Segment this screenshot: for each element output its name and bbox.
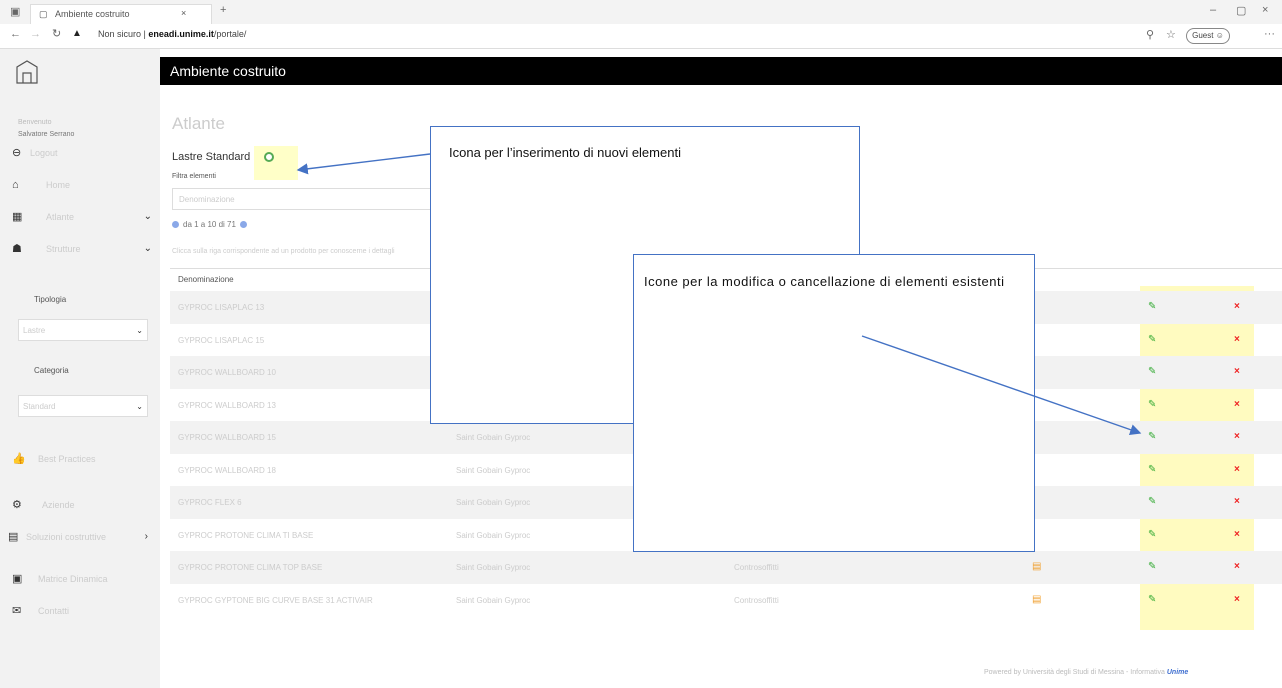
- footer: Powered by Università degli Studi di Mes…: [984, 669, 1188, 676]
- footer-text: Powered by Università degli Studi di Mes…: [984, 669, 1165, 676]
- edit-arrow: [861, 335, 1142, 436]
- unime-logo[interactable]: Unime: [1167, 669, 1188, 676]
- add-arrow: [296, 153, 431, 175]
- annotation-arrows: [296, 153, 1142, 436]
